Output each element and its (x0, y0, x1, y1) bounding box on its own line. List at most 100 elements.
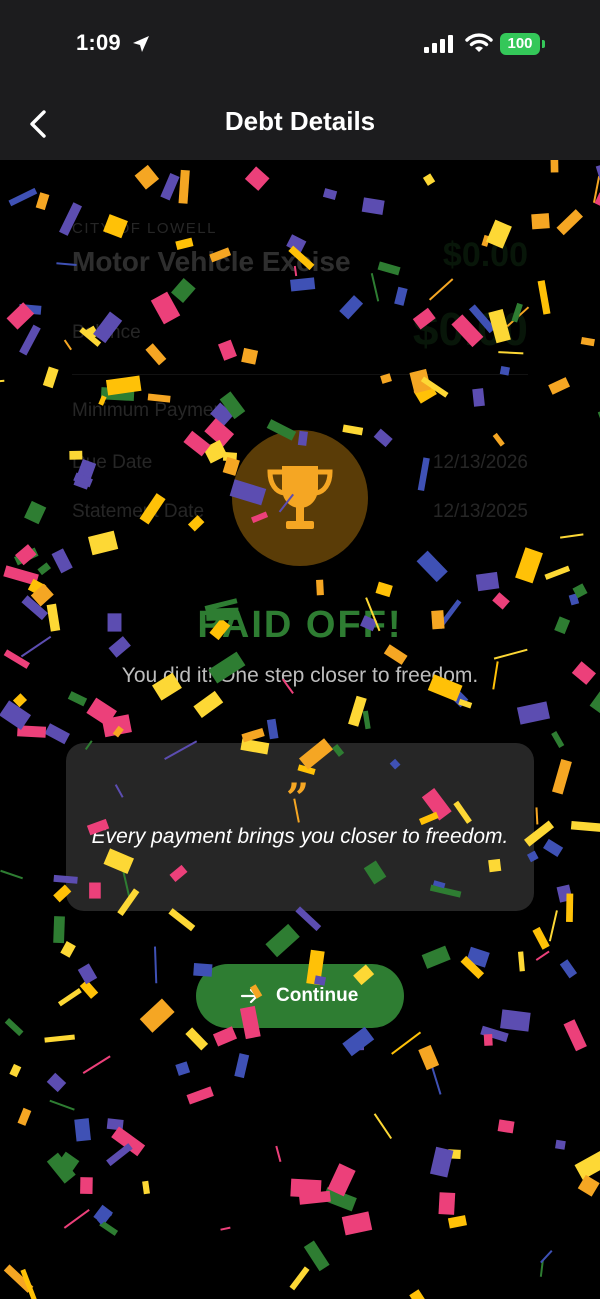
confetti-piece (341, 1211, 373, 1236)
quote-card: ” Every payment brings you closer to fre… (66, 743, 534, 911)
confetti-piece (212, 1026, 238, 1047)
confetti-piece (429, 1146, 454, 1178)
confetti-piece (331, 1184, 349, 1200)
confetti-piece (572, 583, 588, 599)
confetti-piece (327, 1163, 356, 1197)
confetti-piece (139, 998, 175, 1033)
confetti-piece (556, 884, 573, 903)
confetti-piece (566, 893, 574, 923)
confetti-piece (594, 192, 600, 209)
confetti-piece (447, 1149, 461, 1159)
battery-cap (542, 40, 545, 48)
confetti-piece (8, 187, 38, 207)
confetti-piece (592, 175, 600, 203)
quote-icon: ” (286, 775, 310, 822)
confetti-piece (577, 1174, 600, 1197)
confetti-piece (383, 644, 408, 665)
confetti-piece (53, 916, 65, 944)
confetti-piece (483, 1034, 493, 1046)
paid-off-subtitle: You did it! One step closer to freedom. (121, 664, 479, 687)
status-time: 1:09 (76, 30, 121, 55)
confetti-piece (550, 160, 559, 173)
confetti-piece (86, 697, 117, 727)
statement-date-label: Statement Date (72, 501, 205, 522)
confetti-piece (289, 1266, 310, 1291)
confetti-piece (244, 166, 270, 191)
confetti-piece (266, 718, 279, 740)
balance-label: Balance (72, 322, 141, 343)
confetti-piece (82, 1055, 111, 1074)
confetti-piece (480, 1025, 509, 1043)
page-title: Debt Details (224, 106, 376, 136)
confetti-piece (0, 700, 32, 731)
confetti-piece (4, 1018, 24, 1037)
confetti-piece (37, 562, 52, 576)
confetti-piece (556, 209, 583, 236)
confetti-piece (0, 869, 23, 880)
confetti-piece (316, 579, 324, 596)
confetti-piece (348, 695, 367, 727)
confetti-piece (580, 337, 595, 347)
confetti-piece (153, 946, 158, 984)
confetti-piece (74, 1118, 91, 1142)
confetti-piece (27, 578, 47, 597)
confetti-piece (168, 908, 196, 932)
confetti-piece (535, 950, 550, 961)
location-arrow-icon (133, 36, 149, 52)
minimum-payment-row: Minimum Payment (72, 400, 528, 422)
confetti-piece (595, 164, 600, 184)
confetti-piece (106, 1118, 124, 1131)
confetti-piece (563, 1019, 587, 1052)
confetti-piece (44, 723, 70, 745)
confetti-piece (46, 1072, 67, 1093)
confetti-piece (298, 1190, 331, 1205)
confetti-piece (80, 1177, 93, 1194)
confetti-piece (57, 988, 82, 1007)
confetti-piece (101, 714, 132, 738)
battery-indicator: 100 (500, 33, 540, 55)
trophy-icon (267, 466, 333, 529)
due-date-value: 12/13/2026 (432, 452, 528, 473)
confetti-piece (517, 951, 525, 972)
confetti-piece (3, 565, 39, 586)
continue-button[interactable]: Continue (196, 964, 404, 1028)
confetti-piece (543, 838, 564, 857)
confetti-piece (475, 571, 500, 592)
confetti-piece (342, 1026, 375, 1057)
confetti-piece (466, 946, 490, 968)
confetti-piece (220, 1226, 231, 1231)
confetti-piece (96, 1210, 113, 1225)
confetti-piece (460, 955, 485, 980)
confetti-piece (51, 548, 73, 574)
confetti-piece (548, 910, 558, 942)
confetti-piece (515, 547, 543, 584)
confetti-piece (186, 1086, 214, 1105)
confetti-piece (185, 1027, 209, 1051)
confetti-piece (0, 379, 5, 384)
confetti-piece (416, 550, 448, 583)
confetti-piece (265, 923, 300, 958)
confetti-piece (409, 1289, 427, 1299)
confetti-piece (112, 725, 124, 738)
balance-amount: $0.00 (412, 303, 528, 355)
confetti-piece (234, 1053, 250, 1079)
confetti-piece (6, 302, 35, 330)
confetti-piece (539, 1259, 544, 1277)
confetti-piece (241, 727, 265, 743)
wifi-icon (465, 33, 493, 52)
confetti-piece (421, 945, 451, 969)
confetti-piece (540, 1250, 553, 1264)
divider (72, 374, 528, 375)
confetti-piece (3, 1264, 34, 1293)
confetti-piece (77, 963, 98, 985)
confetti-piece (275, 1145, 282, 1163)
trophy-badge (232, 430, 368, 566)
confetti-piece (497, 1119, 515, 1134)
confetti-piece (373, 1113, 393, 1140)
confetti-piece (391, 1031, 422, 1055)
confetti-piece (589, 687, 600, 715)
paid-off-screen: 1:09 100 Debt Details CITY OF LOWELL Mot… (0, 0, 600, 1299)
confetti-piece (24, 500, 47, 525)
arrow-right-icon (240, 988, 259, 1004)
confetti-piece (111, 1126, 146, 1157)
